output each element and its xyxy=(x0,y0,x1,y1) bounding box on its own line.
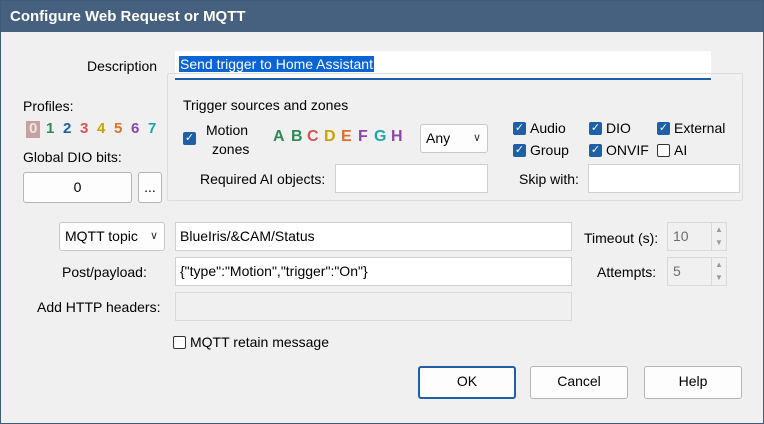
zone-letter-f[interactable]: F xyxy=(358,128,368,146)
external-checkbox[interactable]: ✓ xyxy=(657,122,670,135)
profiles-label: Profiles: xyxy=(23,98,74,114)
attempts-spinner[interactable]: 5 ▲ ▼ xyxy=(667,257,727,286)
profile-digit-2[interactable]: 2 xyxy=(63,120,71,137)
required-ai-input[interactable] xyxy=(335,164,488,193)
profile-digit-4[interactable]: 4 xyxy=(97,120,105,137)
attempts-value: 5 xyxy=(673,263,681,279)
window-title: Configure Web Request or MQTT xyxy=(10,8,246,25)
description-value: Send trigger to Home Assistant xyxy=(179,56,374,72)
group-checkbox[interactable]: ✓ xyxy=(513,144,526,157)
timeout-label: Timeout (s): xyxy=(584,230,659,246)
external-label: External xyxy=(674,120,726,136)
spin-arrows-icon[interactable]: ▲ ▼ xyxy=(711,258,726,285)
audio-checkbox[interactable]: ✓ xyxy=(513,122,526,135)
headers-label: Add HTTP headers: xyxy=(37,299,161,315)
profile-digit-1[interactable]: 1 xyxy=(46,120,54,137)
payload-input[interactable]: {"type":"Motion","trigger":"On"} xyxy=(175,257,572,286)
motion-zones-checkbox[interactable]: ✓ xyxy=(183,132,196,145)
title-bar[interactable]: Configure Web Request or MQTT xyxy=(1,1,763,32)
audio-label: Audio xyxy=(530,120,566,136)
zone-letter-a[interactable]: A xyxy=(273,128,285,146)
headers-input[interactable] xyxy=(175,292,572,321)
onvif-label: ONVIF xyxy=(606,142,649,158)
zone-letter-c[interactable]: C xyxy=(307,128,319,146)
required-ai-label: Required AI objects: xyxy=(200,171,326,187)
request-type-value: MQTT topic xyxy=(65,228,138,244)
motion-label: Motion xyxy=(206,122,249,138)
zone-match-value: Any xyxy=(426,130,451,146)
zone-letter-h[interactable]: H xyxy=(391,128,403,146)
onvif-checkbox[interactable]: ✓ xyxy=(589,144,602,157)
global-dio-more-button[interactable]: ... xyxy=(138,172,162,203)
request-type-combo[interactable]: MQTT topic ∨ xyxy=(59,222,165,251)
profile-digit-7[interactable]: 7 xyxy=(148,120,156,137)
profile-digit-5[interactable]: 5 xyxy=(114,120,122,137)
timeout-value: 10 xyxy=(673,228,689,244)
skip-with-input[interactable] xyxy=(588,164,740,193)
dio-checkbox[interactable]: ✓ xyxy=(589,122,602,135)
description-label: Description xyxy=(87,58,158,74)
retain-checkbox[interactable] xyxy=(173,336,186,349)
dio-label: DIO xyxy=(606,120,631,136)
chevron-down-icon: ∨ xyxy=(149,230,158,242)
ok-button[interactable]: OK xyxy=(418,366,516,399)
ai-checkbox[interactable] xyxy=(657,144,670,157)
chevron-down-icon: ∨ xyxy=(472,132,481,144)
global-dio-value-button[interactable]: 0 xyxy=(23,172,132,203)
zones-label: zones xyxy=(212,141,250,157)
profile-digit-6[interactable]: 6 xyxy=(131,120,139,137)
attempts-label: Attempts: xyxy=(597,264,657,280)
zone-letter-g[interactable]: G xyxy=(374,128,386,146)
mqtt-topic-input[interactable]: BlueIris/&CAM/Status xyxy=(175,222,572,251)
zone-letter-e[interactable]: E xyxy=(341,128,352,146)
zone-letter-b[interactable]: B xyxy=(291,128,303,146)
profile-digit-3[interactable]: 3 xyxy=(80,120,88,137)
help-button[interactable]: Help xyxy=(644,366,742,399)
payload-label: Post/payload: xyxy=(62,264,147,280)
retain-label: MQTT retain message xyxy=(190,334,330,350)
dialog-window: Configure Web Request or MQTT Descriptio… xyxy=(0,0,764,424)
global-dio-label: Global DIO bits: xyxy=(23,149,122,165)
profile-digit-0[interactable]: 0 xyxy=(29,120,37,137)
group-label: Group xyxy=(530,142,569,158)
ai-label: AI xyxy=(674,142,688,158)
spin-arrows-icon[interactable]: ▲ ▼ xyxy=(711,223,726,250)
timeout-spinner[interactable]: 10 ▲ ▼ xyxy=(667,222,727,251)
trigger-group-label: Trigger sources and zones xyxy=(181,97,351,113)
zone-match-combo[interactable]: Any ∨ xyxy=(420,124,488,153)
skip-with-label: Skip with: xyxy=(519,171,579,187)
cancel-button[interactable]: Cancel xyxy=(530,366,628,399)
zone-letter-d[interactable]: D xyxy=(324,128,336,146)
